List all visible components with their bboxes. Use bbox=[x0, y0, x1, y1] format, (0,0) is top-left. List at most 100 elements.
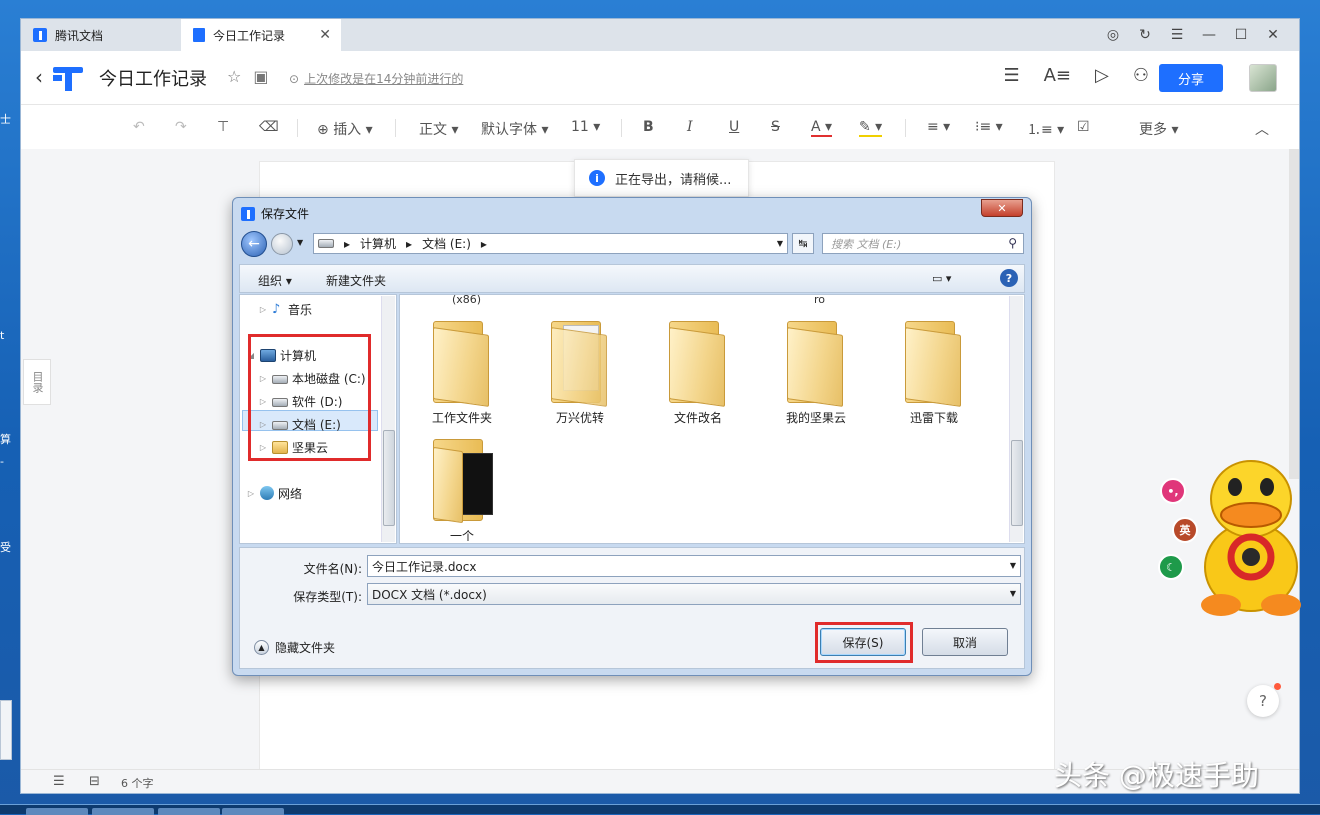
collapse-toolbar-icon[interactable]: ︿ bbox=[1255, 119, 1269, 139]
bullet-list-icon[interactable]: ⁝≡ ▾ bbox=[975, 119, 1003, 135]
bold-icon[interactable]: B bbox=[643, 119, 654, 135]
tab-label: 今日工作记录 bbox=[213, 28, 286, 43]
history-dropdown-icon[interactable]: ▼ bbox=[297, 238, 303, 247]
folder-name: 一个 bbox=[449, 529, 474, 543]
minimize-icon[interactable]: — bbox=[1193, 27, 1225, 43]
chevron-down-icon[interactable]: ▼ bbox=[1010, 589, 1016, 598]
duck-mascot-icon[interactable] bbox=[1195, 455, 1307, 625]
organize-menu[interactable]: 组织 ▾ bbox=[258, 272, 292, 289]
insert-menu[interactable]: ⊕ 插入 ▾ bbox=[317, 119, 373, 139]
maximize-icon[interactable]: ☐ bbox=[1225, 27, 1257, 43]
doc-title[interactable]: 今日工作记录 bbox=[99, 65, 207, 91]
page-layout-icon[interactable]: ⊟ bbox=[89, 774, 100, 789]
more-menu[interactable]: 更多 ▾ bbox=[1139, 119, 1178, 139]
back-arrow-icon[interactable]: ← bbox=[241, 231, 267, 257]
tencent-docs-logo-icon[interactable] bbox=[53, 65, 83, 91]
outline-icon[interactable]: ☰ bbox=[53, 774, 65, 789]
compass-icon[interactable]: ◎ bbox=[1097, 27, 1129, 43]
tree-scrollbar[interactable] bbox=[381, 296, 395, 542]
folder-item[interactable]: 文件改名 bbox=[648, 311, 748, 426]
file-list-scrollbar[interactable] bbox=[1009, 296, 1023, 542]
add-user-icon[interactable]: ⚇ bbox=[1133, 65, 1149, 86]
font-size-select[interactable]: 11 ▾ bbox=[571, 119, 600, 135]
list-menu-icon[interactable]: ☰ bbox=[1003, 65, 1019, 86]
font-color-icon[interactable]: A ▾ bbox=[811, 119, 833, 137]
desktop-widget[interactable] bbox=[0, 700, 12, 760]
back-icon[interactable]: ‹ bbox=[35, 65, 43, 89]
eraser-icon[interactable]: ⌫ bbox=[259, 119, 279, 135]
move-folder-icon[interactable]: ▣ bbox=[253, 67, 268, 86]
share-button[interactable]: 分享 bbox=[1159, 64, 1223, 92]
breadcrumb-separator: ▸ bbox=[406, 236, 413, 251]
folder-item[interactable]: 迅雷下载 bbox=[884, 311, 984, 426]
forward-arrow-icon[interactable] bbox=[271, 233, 293, 255]
search-icon: ⚲ bbox=[1008, 236, 1017, 250]
star-icon[interactable]: ☆ bbox=[227, 67, 241, 86]
font-family-select[interactable]: 默认字体 ▾ bbox=[481, 119, 548, 139]
breadcrumb-drive[interactable]: 文档 (E:) bbox=[422, 235, 471, 252]
chevron-up-icon: ▲ bbox=[254, 640, 269, 655]
breadcrumb-separator: ▸ bbox=[344, 236, 351, 251]
dialog-close-button[interactable]: ✕ bbox=[981, 199, 1023, 217]
toc-toggle[interactable]: 目录 bbox=[23, 359, 51, 405]
filetype-label: 保存类型(T): bbox=[293, 590, 362, 604]
cancel-button[interactable]: 取消 bbox=[922, 628, 1008, 656]
search-input[interactable]: 搜索 文档 (E:) ⚲ bbox=[822, 233, 1024, 254]
undo-icon[interactable]: ↶ bbox=[133, 119, 145, 135]
doc-header: ‹ 今日工作记录 ☆ ▣ ⊙ 上次修改是在14分钟前进行的 ☰ A≡ ▷ ⚇ 分… bbox=[21, 51, 1299, 105]
scroll-thumb[interactable] bbox=[1011, 440, 1023, 526]
tab-document[interactable]: 今日工作记录 ✕ bbox=[181, 19, 341, 51]
tree-item-music[interactable]: ▷ ♪ 音乐 bbox=[258, 299, 312, 319]
document-icon bbox=[193, 28, 205, 42]
align-icon[interactable]: ≡ ▾ bbox=[927, 119, 950, 135]
last-saved-text: 上次修改是在14分钟前进行的 bbox=[304, 72, 464, 86]
desktop-label: 受 bbox=[0, 541, 11, 554]
chevron-down-icon[interactable]: ▼ bbox=[1010, 561, 1016, 570]
folder-name: 工作文件夹 bbox=[431, 411, 492, 425]
expand-icon[interactable]: ▷ bbox=[246, 489, 256, 498]
filetype-select[interactable]: DOCX 文档 (*.docx) ▼ bbox=[367, 583, 1021, 605]
tab-tencent-docs[interactable]: 腾讯文档 bbox=[21, 19, 181, 51]
avatar[interactable] bbox=[1249, 64, 1277, 92]
emoji-chat-icon[interactable]: •, bbox=[1160, 478, 1186, 504]
page-scrollbar[interactable] bbox=[1289, 149, 1299, 479]
help-button[interactable]: ? bbox=[1247, 683, 1281, 717]
toolbar-divider bbox=[297, 119, 298, 137]
play-icon[interactable]: ▷ bbox=[1095, 65, 1109, 86]
strikethrough-icon[interactable]: S bbox=[771, 119, 780, 135]
new-folder-button[interactable]: 新建文件夹 bbox=[326, 272, 386, 289]
menu-icon[interactable]: ☰ bbox=[1161, 27, 1193, 43]
folder-item[interactable]: 万兴优转 bbox=[530, 311, 630, 426]
breadcrumb-computer[interactable]: 计算机 bbox=[360, 235, 396, 252]
paragraph-style-select[interactable]: 正文 ▾ bbox=[419, 119, 458, 139]
refresh-button[interactable]: ↹ bbox=[792, 233, 814, 254]
scroll-thumb[interactable] bbox=[383, 430, 395, 526]
chevron-down-icon[interactable]: ▼ bbox=[777, 239, 783, 248]
address-bar[interactable]: ▸ 计算机 ▸ 文档 (E:) ▸ ▼ bbox=[313, 233, 788, 254]
help-icon[interactable]: ? bbox=[1000, 269, 1018, 287]
expand-icon[interactable]: ▷ bbox=[258, 305, 268, 314]
hide-folders-toggle[interactable]: ▲ 隐藏文件夹 bbox=[254, 639, 335, 656]
folder-item[interactable]: 一个 bbox=[412, 429, 512, 544]
moon-icon[interactable]: ☾ bbox=[1158, 554, 1184, 580]
tree-item-network[interactable]: ▷ 网络 bbox=[246, 483, 302, 503]
dialog-titlebar: 保存文件 bbox=[241, 205, 309, 222]
hide-folders-label: 隐藏文件夹 bbox=[275, 641, 336, 655]
folder-item[interactable]: 工作文件夹 bbox=[412, 311, 512, 426]
text-format-icon[interactable]: A≡ bbox=[1044, 65, 1071, 86]
tree-label: 网络 bbox=[278, 486, 303, 501]
view-options-icon[interactable]: ▭ ▾ bbox=[932, 272, 951, 285]
italic-icon[interactable]: I bbox=[687, 119, 693, 135]
format-painter-icon[interactable]: ⊤ bbox=[217, 119, 229, 135]
underline-icon[interactable]: U bbox=[729, 119, 739, 135]
highlight-icon[interactable]: ✎ ▾ bbox=[859, 119, 883, 137]
refresh-icon[interactable]: ↻ bbox=[1129, 27, 1161, 43]
close-window-icon[interactable]: ✕ bbox=[1257, 27, 1289, 43]
folder-item[interactable]: 我的坚果云 bbox=[766, 311, 866, 426]
close-tab-icon[interactable]: ✕ bbox=[319, 27, 331, 43]
folder-name: 万兴优转 bbox=[555, 411, 604, 425]
checkbox-icon[interactable]: ☑ bbox=[1077, 119, 1090, 135]
filename-input[interactable]: 今日工作记录.docx ▼ bbox=[367, 555, 1021, 577]
numbered-list-icon[interactable]: ⒈≡ ▾ bbox=[1027, 119, 1064, 139]
redo-icon[interactable]: ↷ bbox=[175, 119, 187, 135]
